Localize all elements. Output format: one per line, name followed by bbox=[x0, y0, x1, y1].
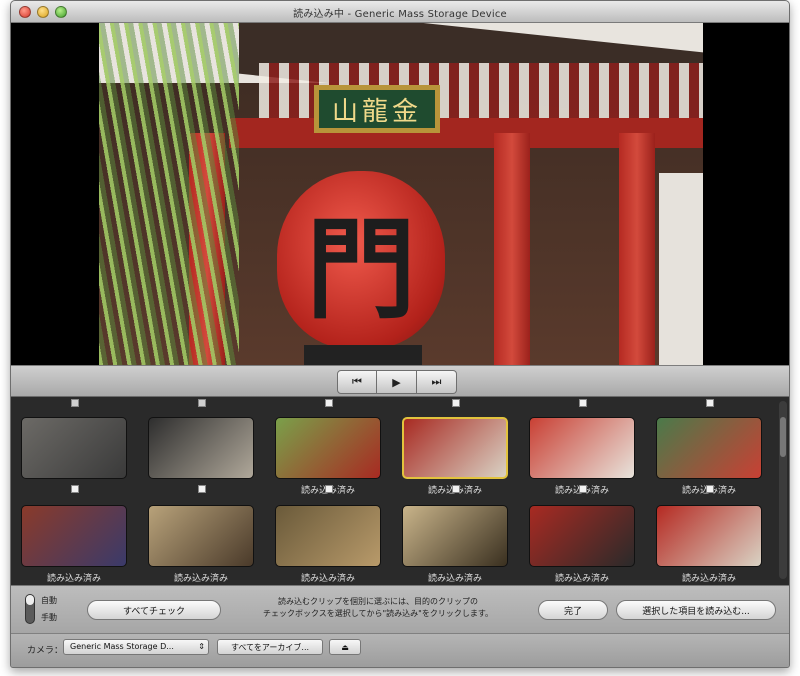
skip-forward-icon: ⏭ bbox=[431, 375, 442, 388]
clip-thumbnail[interactable] bbox=[21, 505, 127, 567]
help-line-2: チェックボックスを選択してから"読み込み"をクリックします。 bbox=[262, 609, 494, 618]
help-text: 読み込むクリップを個別に選ぶには、目的のクリップの チェックボックスを選択してか… bbox=[243, 596, 513, 620]
clip-status-label: 読み込み済み bbox=[46, 574, 101, 584]
preview-frame-image: 山龍金 門 bbox=[99, 23, 703, 365]
clip-thumbnail[interactable] bbox=[148, 417, 254, 479]
lantern: 門 bbox=[277, 171, 445, 349]
check-all-button[interactable]: すべてチェック bbox=[87, 600, 221, 620]
video-preview: 山龍金 門 bbox=[11, 23, 789, 365]
clip-scrollbar-thumb[interactable] bbox=[780, 417, 786, 457]
select-arrows-icon: ⇕ bbox=[198, 642, 205, 651]
transport-bar: ⏮ ▶ ⏭ bbox=[11, 365, 789, 397]
clip-checkbox[interactable] bbox=[325, 485, 333, 493]
clip-checkbox[interactable] bbox=[71, 399, 79, 407]
clip-checkbox[interactable] bbox=[706, 485, 714, 493]
transport-controls: ⏮ ▶ ⏭ bbox=[337, 370, 457, 394]
eject-icon: ⏏ bbox=[341, 642, 349, 652]
skip-forward-button[interactable]: ⏭ bbox=[417, 370, 457, 394]
clip-thumbnail[interactable] bbox=[275, 417, 381, 479]
clip-checkbox[interactable] bbox=[452, 485, 460, 493]
clip-checkbox[interactable] bbox=[452, 399, 460, 407]
status-bar: カメラ： Generic Mass Storage D... ⇕ すべてをアーカ… bbox=[11, 633, 789, 667]
import-window: 読み込み中 - Generic Mass Storage Device 山龍金 … bbox=[10, 0, 790, 668]
camera-select-value: Generic Mass Storage D... bbox=[70, 642, 174, 651]
clip-checkbox[interactable] bbox=[198, 399, 206, 407]
clip-checkbox[interactable] bbox=[579, 399, 587, 407]
import-selected-button[interactable]: 選択した項目を読み込む... bbox=[616, 600, 776, 620]
archive-all-button[interactable]: すべてをアーカイブ... bbox=[217, 639, 323, 655]
clip-thumbnail[interactable] bbox=[529, 417, 635, 479]
title-bar: 読み込み中 - Generic Mass Storage Device bbox=[11, 1, 789, 23]
mode-switch-knob[interactable] bbox=[26, 595, 34, 605]
temple-sign: 山龍金 bbox=[314, 85, 440, 133]
skip-back-icon: ⏮ bbox=[352, 375, 362, 388]
import-controls: 自動 手動 すべてチェック 読み込むクリップを個別に選ぶには、目的のクリップの … bbox=[11, 585, 789, 633]
clip-status-label: 読み込み済み bbox=[300, 574, 355, 584]
clip-checkbox[interactable] bbox=[579, 485, 587, 493]
clip-checkbox[interactable] bbox=[71, 485, 79, 493]
clip-checkbox[interactable] bbox=[325, 399, 333, 407]
mode-switch[interactable] bbox=[25, 594, 35, 624]
play-icon: ▶ bbox=[392, 375, 401, 389]
done-button[interactable]: 完了 bbox=[538, 600, 608, 620]
willow-branches bbox=[99, 23, 239, 365]
clip-thumbnail[interactable] bbox=[21, 417, 127, 479]
clip-status-label: 読み込み済み bbox=[173, 574, 228, 584]
clip-thumbnail[interactable] bbox=[656, 505, 762, 567]
lantern-character: 門 bbox=[306, 205, 416, 334]
camera-label: カメラ： bbox=[27, 646, 64, 656]
clip-browser: 読み込み済み読み込み済み読み込み済み読み込み済み読み込み済み読み込み済み読み込み… bbox=[11, 397, 789, 585]
eject-button[interactable]: ⏏ bbox=[329, 639, 361, 655]
clip-thumbnail[interactable] bbox=[148, 505, 254, 567]
play-button[interactable]: ▶ bbox=[377, 370, 417, 394]
clip-checkbox[interactable] bbox=[706, 399, 714, 407]
clip-status-label: 読み込み済み bbox=[554, 574, 609, 584]
clip-status-label: 読み込み済み bbox=[427, 574, 482, 584]
clip-checkbox[interactable] bbox=[198, 485, 206, 493]
clip-thumbnail-selected[interactable] bbox=[402, 417, 508, 479]
mode-auto-label: 自動 bbox=[41, 596, 57, 605]
help-line-1: 読み込むクリップを個別に選ぶには、目的のクリップの bbox=[278, 597, 478, 606]
clip-status-label: 読み込み済み bbox=[681, 574, 736, 584]
camera-select[interactable]: Generic Mass Storage D... ⇕ bbox=[63, 639, 209, 655]
window-title: 読み込み中 - Generic Mass Storage Device bbox=[293, 9, 507, 20]
clip-thumbnail[interactable] bbox=[402, 505, 508, 567]
clip-thumbnail[interactable] bbox=[656, 417, 762, 479]
skip-back-button[interactable]: ⏮ bbox=[337, 370, 377, 394]
clip-thumbnail[interactable] bbox=[275, 505, 381, 567]
mode-manual-label: 手動 bbox=[41, 613, 57, 622]
clip-thumbnail[interactable] bbox=[529, 505, 635, 567]
